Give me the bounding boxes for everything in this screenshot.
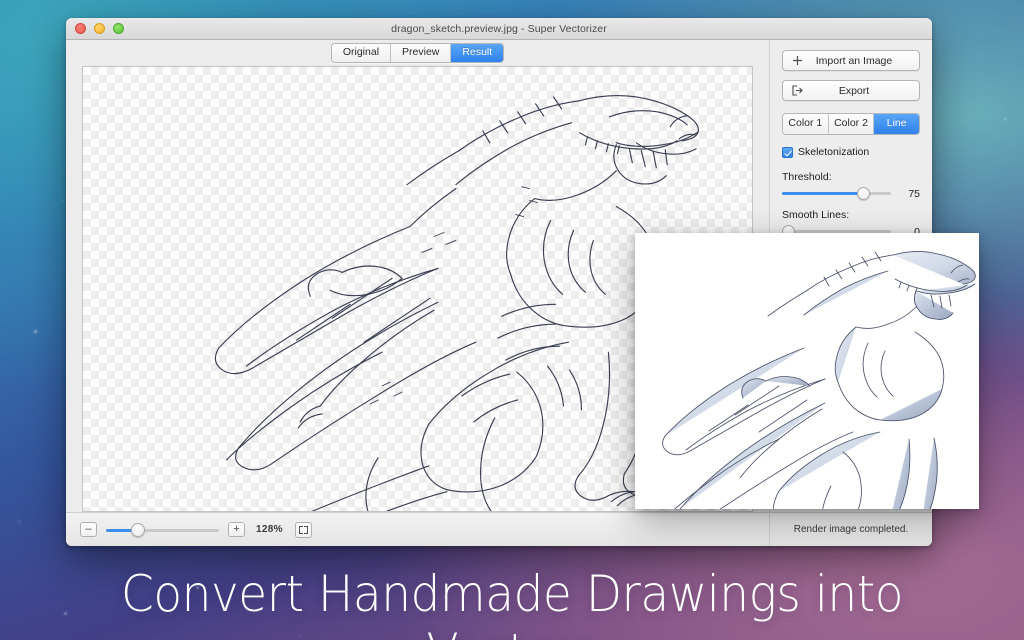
zoom-toolbar: – + 128% bbox=[66, 512, 769, 546]
import-image-label: Import an Image bbox=[783, 55, 919, 67]
skeletonization-checkbox[interactable] bbox=[782, 147, 793, 158]
threshold-slider-knob[interactable] bbox=[857, 187, 870, 200]
window-title: dragon_sketch.preview.jpg - Super Vector… bbox=[66, 23, 932, 35]
smooth-lines-label: Smooth Lines: bbox=[782, 209, 920, 221]
tab-color-1[interactable]: Color 1 bbox=[783, 114, 829, 134]
fit-to-screen-icon[interactable] bbox=[295, 522, 312, 538]
export-icon bbox=[792, 85, 804, 96]
threshold-slider[interactable] bbox=[782, 187, 891, 200]
mode-segmented-control: Color 1 Color 2 Line bbox=[782, 113, 920, 135]
zoom-slider-knob[interactable] bbox=[131, 523, 145, 537]
window-titlebar: dragon_sketch.preview.jpg - Super Vector… bbox=[66, 18, 932, 40]
tab-result[interactable]: Result bbox=[451, 44, 503, 62]
skeletonization-row[interactable]: Skeletonization bbox=[782, 146, 920, 158]
zoom-level-label: 128% bbox=[256, 524, 283, 535]
zoom-in-button[interactable]: + bbox=[228, 522, 245, 537]
status-text: Render image completed. bbox=[794, 524, 909, 535]
view-segmented-control: Original Preview Result bbox=[331, 43, 504, 63]
threshold-field: Threshold: 75 bbox=[782, 171, 920, 200]
plus-icon bbox=[792, 55, 803, 66]
tab-preview[interactable]: Preview bbox=[391, 44, 451, 62]
threshold-label: Threshold: bbox=[782, 171, 920, 183]
view-tab-bar: Original Preview Result bbox=[66, 40, 769, 66]
tab-line[interactable]: Line bbox=[874, 114, 919, 134]
import-image-button[interactable]: Import an Image bbox=[782, 50, 920, 71]
export-button[interactable]: Export bbox=[782, 80, 920, 101]
preview-overlay-panel[interactable] bbox=[635, 233, 979, 509]
zoom-out-button[interactable]: – bbox=[80, 522, 97, 537]
promo-caption: Convert Handmade Drawings into Vectors bbox=[31, 565, 994, 640]
threshold-value: 75 bbox=[898, 188, 920, 200]
tab-color-2[interactable]: Color 2 bbox=[829, 114, 875, 134]
dragon-sketch-preview-image bbox=[635, 233, 979, 509]
tab-original[interactable]: Original bbox=[332, 44, 391, 62]
status-bar: Render image completed. bbox=[770, 512, 932, 546]
threshold-slider-fill bbox=[782, 192, 864, 195]
skeletonization-label: Skeletonization bbox=[798, 146, 869, 158]
zoom-slider[interactable] bbox=[106, 523, 219, 537]
